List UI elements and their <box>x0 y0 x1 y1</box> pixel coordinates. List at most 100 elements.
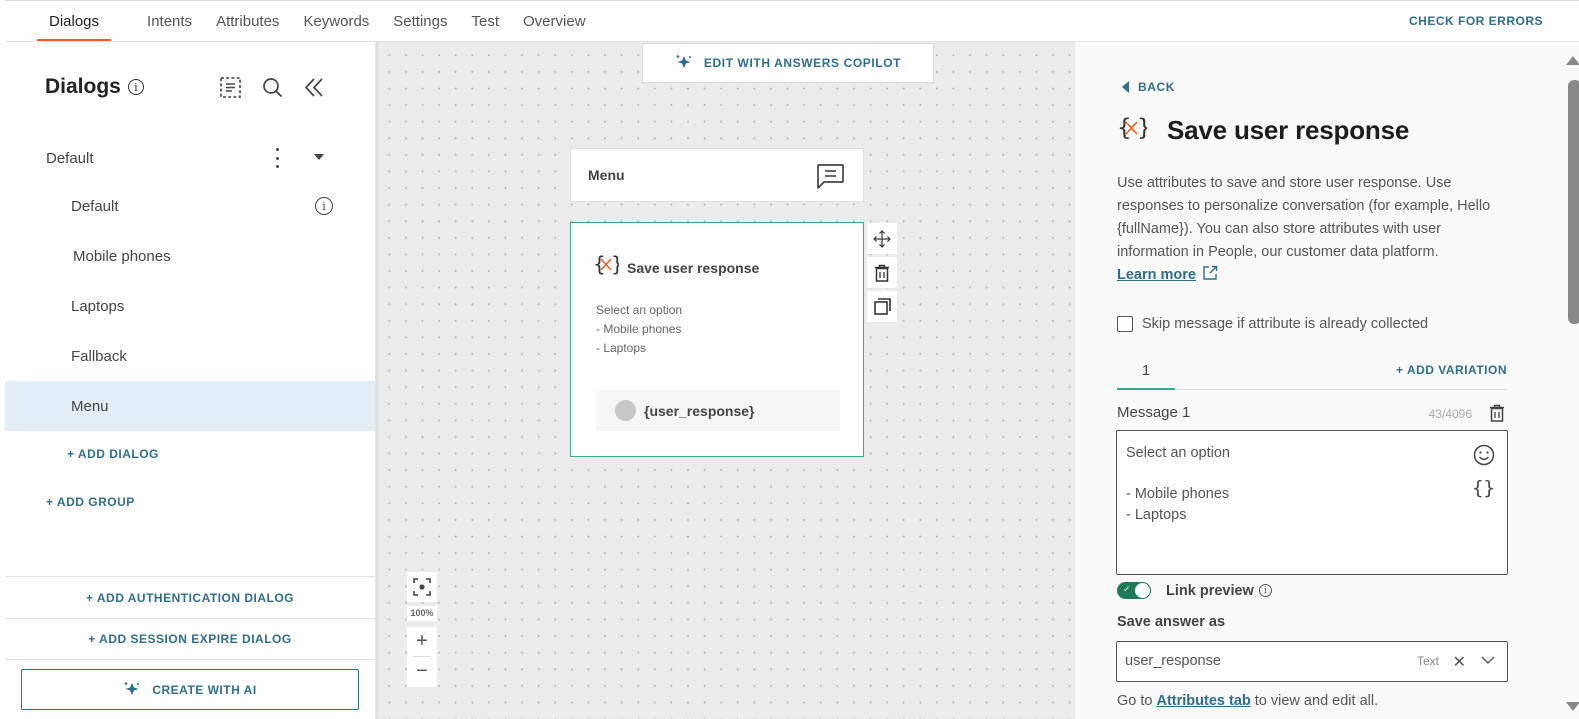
node-toolbar <box>867 223 897 322</box>
sparkle-icon <box>123 681 140 699</box>
menu-node[interactable]: Menu <box>570 148 864 202</box>
sidebar-tools <box>219 76 325 98</box>
dialog-label: Default <box>71 197 119 215</box>
create-with-ai-button[interactable]: CREATE WITH AI <box>21 669 359 710</box>
list-view-icon[interactable] <box>219 76 241 98</box>
add-group-button[interactable]: + ADD GROUP <box>46 495 135 509</box>
tab-overview[interactable]: Overview <box>511 1 598 41</box>
scroll-up-icon[interactable] <box>1566 56 1579 65</box>
caret-left-icon <box>1122 81 1129 93</box>
node-message-line: - Mobile phones <box>596 322 682 336</box>
save-answer-label: Save answer as <box>1117 614 1226 630</box>
dialog-list: Default i Mobile phones Laptops Fallback… <box>5 181 375 431</box>
link-preview-toggle[interactable]: ✓ <box>1117 582 1151 599</box>
tab-keywords[interactable]: Keywords <box>291 1 381 41</box>
node-message-line: Select an option <box>596 303 683 317</box>
info-icon[interactable]: i <box>127 79 144 95</box>
info-icon[interactable]: i <box>315 197 333 215</box>
add-dialog-button[interactable]: + ADD DIALOG <box>67 447 159 461</box>
main-tabs: Dialogs Intents Attributes Keywords Sett… <box>37 1 598 41</box>
zoom-in-button[interactable]: + <box>407 627 437 656</box>
sidebar-title: Dialogs <box>45 75 121 98</box>
save-answer-select[interactable]: user_response Text ✕ <box>1116 641 1508 682</box>
link-preview-row: ✓ Link preview i <box>1117 582 1272 599</box>
add-variation-button[interactable]: + ADD VARIATION <box>1396 363 1507 377</box>
check-for-errors-button[interactable]: CHECK FOR ERRORS <box>1409 14 1543 28</box>
dialog-group-default[interactable]: Default <box>46 148 336 168</box>
tab-intents[interactable]: Intents <box>135 1 204 41</box>
flow-canvas[interactable]: EDIT WITH ANSWERS COPILOT Menu {} Save u… <box>376 42 1075 719</box>
node-header: {} Save user response <box>593 252 759 282</box>
sparkle-icon <box>675 54 692 72</box>
chat-message-icon <box>816 163 845 194</box>
panel-scrollbar[interactable] <box>1563 50 1579 719</box>
sidebar-footer: + ADD AUTHENTICATION DIALOG + ADD SESSIO… <box>5 576 375 660</box>
svg-text:{: { <box>593 253 606 276</box>
dialog-item-mobile-phones[interactable]: Mobile phones <box>5 231 375 281</box>
trash-icon[interactable] <box>867 257 897 288</box>
tab-settings[interactable]: Settings <box>381 1 459 41</box>
svg-text:}: } <box>1137 115 1147 141</box>
external-link-icon[interactable] <box>1200 265 1218 283</box>
hint-text: Go to <box>1117 693 1157 709</box>
sidebar-header: Dialogs i <box>45 75 144 99</box>
emoji-icon[interactable] <box>1473 444 1495 469</box>
dialog-label: Laptops <box>71 297 125 315</box>
dialog-item-fallback[interactable]: Fallback <box>5 331 375 381</box>
attribute-dot-icon <box>615 400 636 421</box>
clear-icon[interactable]: ✕ <box>1453 652 1466 672</box>
attribute-type: Text <box>1416 654 1439 668</box>
collapse-sidebar-icon[interactable] <box>303 76 325 98</box>
insert-attribute-icon[interactable]: {} <box>1472 477 1495 499</box>
message-text[interactable]: Select an option - Mobile phones - Lapto… <box>1126 443 1230 525</box>
top-navigation: Dialogs Intents Attributes Keywords Sett… <box>5 0 1579 42</box>
fit-to-screen-icon[interactable] <box>407 572 437 602</box>
message-textarea[interactable]: Select an option - Mobile phones - Lapto… <box>1116 430 1508 575</box>
node-message-preview: Select an option - Mobile phones - Lapto… <box>596 301 682 358</box>
attribute-name: {user_response} <box>644 402 755 419</box>
skip-message-checkbox[interactable]: Skip message if attribute is already col… <box>1117 316 1428 332</box>
dialog-label: Fallback <box>71 347 127 365</box>
scroll-down-icon[interactable] <box>1566 702 1579 711</box>
check-icon: ✓ <box>1123 584 1131 594</box>
panel-header: {} Save user response <box>1117 114 1409 147</box>
info-icon[interactable]: i <box>1258 584 1272 597</box>
variation-tabs: 1 + ADD VARIATION <box>1117 352 1507 390</box>
back-button[interactable]: BACK <box>1122 80 1175 94</box>
attribute-variable-icon: {} <box>1117 114 1152 147</box>
character-count: 43/4096 <box>1428 407 1472 421</box>
save-user-response-node[interactable]: {} Save user response Select an option -… <box>570 222 864 457</box>
more-options-icon[interactable] <box>272 148 282 168</box>
copilot-label: EDIT WITH ANSWERS COPILOT <box>703 56 902 70</box>
dialog-item-menu[interactable]: Menu <box>5 381 375 431</box>
zoom-controls: 100% + − <box>407 572 437 687</box>
message-label: Message 1 <box>1117 404 1191 421</box>
save-answer-value: user_response <box>1125 653 1221 669</box>
zoom-out-button[interactable]: − <box>407 657 437 686</box>
chevron-down-icon[interactable] <box>314 154 324 160</box>
move-icon[interactable] <box>867 223 897 254</box>
add-session-expire-dialog-button[interactable]: + ADD SESSION EXPIRE DIALOG <box>5 618 375 660</box>
panel-description: Use attributes to save and store user re… <box>1117 172 1497 287</box>
tab-attributes[interactable]: Attributes <box>204 1 291 41</box>
edit-with-answers-copilot-button[interactable]: EDIT WITH ANSWERS COPILOT <box>642 43 934 83</box>
search-icon[interactable] <box>261 76 283 98</box>
chevron-down-icon[interactable] <box>1481 653 1495 668</box>
tab-dialogs[interactable]: Dialogs <box>37 1 112 41</box>
checkbox[interactable] <box>1117 316 1133 332</box>
add-authentication-dialog-button[interactable]: + ADD AUTHENTICATION DIALOG <box>5 576 375 618</box>
delete-message-icon[interactable] <box>1489 404 1505 425</box>
menu-node-title: Menu <box>588 167 625 183</box>
variation-tab-1[interactable]: 1 <box>1117 352 1175 390</box>
dialog-item-default[interactable]: Default i <box>5 181 375 231</box>
attributes-tab-link[interactable]: Attributes tab <box>1157 693 1251 709</box>
duplicate-icon[interactable] <box>867 291 897 322</box>
zoom-level: 100% <box>407 606 437 621</box>
attribute-chip: {user_response} <box>596 390 840 431</box>
learn-more-link[interactable]: Learn more <box>1117 267 1196 283</box>
dialog-item-laptops[interactable]: Laptops <box>5 281 375 331</box>
back-label: BACK <box>1138 80 1176 94</box>
scrollbar-thumb[interactable] <box>1568 80 1579 324</box>
dialogs-sidebar: Dialogs i Default Default i Mobile phone… <box>5 42 376 719</box>
tab-test[interactable]: Test <box>460 1 512 41</box>
